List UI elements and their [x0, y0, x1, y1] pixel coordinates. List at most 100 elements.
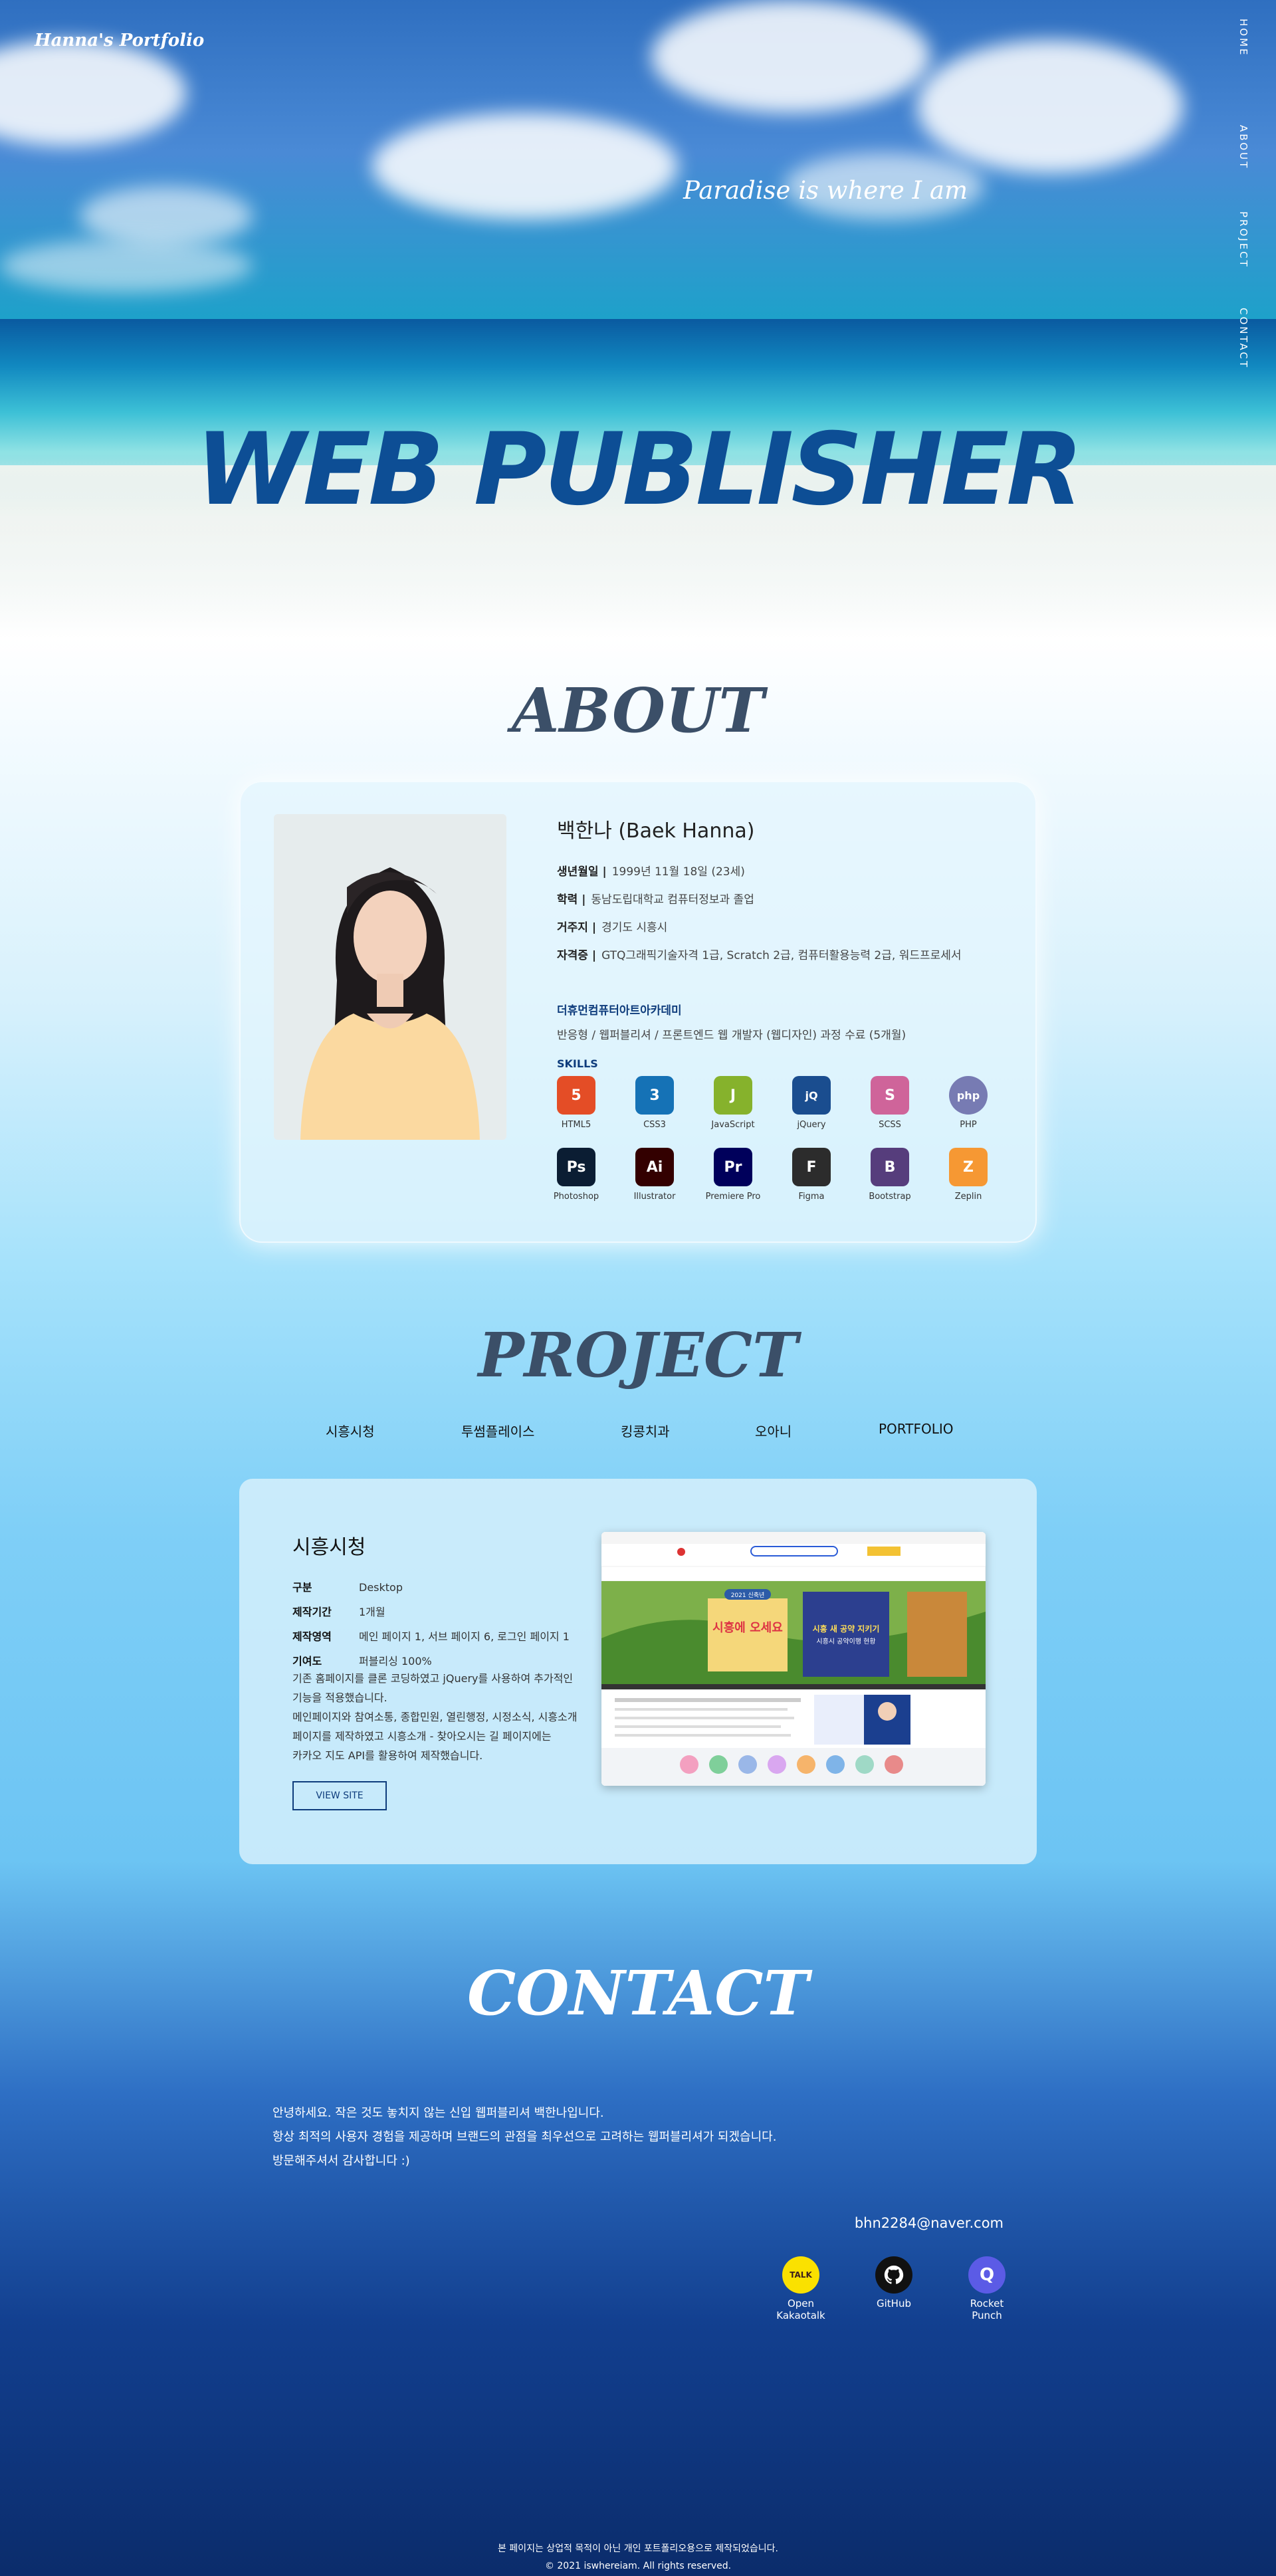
- javascript-icon: J: [714, 1076, 752, 1115]
- meta-label: 구분: [292, 1581, 312, 1594]
- info-label: 거주지 |: [557, 921, 597, 934]
- skill-item: jQ jQuery: [772, 1076, 851, 1130]
- skill-label: HTML5: [561, 1120, 591, 1130]
- social-label: GitHub: [877, 2298, 911, 2309]
- description-line: 페이지를 제작하였고 시흥소개 - 찾아오시는 길 페이지에는: [292, 1730, 552, 1743]
- project-tabs: 시흥시청 투썸플레이스 킹콩치과 오아니 PORTFOLIO: [239, 1421, 1037, 1448]
- sass-icon: S: [871, 1076, 909, 1115]
- description-line: 기존 홈페이지를 클론 코딩하였고 jQuery를 사용하여 추가적인: [292, 1672, 574, 1685]
- meta-value: 메인 페이지 1, 서브 페이지 6, 로그인 페이지 1: [359, 1630, 570, 1643]
- jquery-icon: jQ: [792, 1076, 831, 1115]
- contact-email[interactable]: bhn2284@naver.com: [855, 2215, 1004, 2231]
- rocketpunch-link[interactable]: Q Rocket Punch: [954, 2256, 1020, 2321]
- skill-item: B Bootstrap: [851, 1148, 929, 1202]
- figma-icon: F: [792, 1148, 831, 1186]
- social-label: Open: [787, 2298, 815, 2309]
- nav-contact[interactable]: CONTACT: [1229, 308, 1249, 369]
- meta-value: Desktop: [359, 1581, 403, 1594]
- meta-label: 기여도: [292, 1655, 322, 1667]
- premiere-pro-icon: Pr: [714, 1148, 752, 1186]
- skill-item: Ai Illustrator: [615, 1148, 694, 1202]
- meta-value: 1개월: [359, 1606, 385, 1618]
- skill-label: Figma: [798, 1192, 825, 1202]
- info-row: 생년월일 | 1999년 11월 18일 (23세): [557, 862, 1022, 879]
- skill-item: Ps Photoshop: [537, 1148, 615, 1202]
- contact-section-title: CONTACT: [467, 1957, 809, 2029]
- meta-row: 기여도 퍼블리싱 100%: [292, 1652, 605, 1668]
- info-label: 생년월일 |: [557, 865, 607, 879]
- meta-value: 퍼블리싱 100%: [359, 1655, 432, 1667]
- tab-oani[interactable]: 오아니: [755, 1421, 792, 1440]
- profile-photo: [274, 814, 506, 1140]
- social-label: Punch: [972, 2309, 1002, 2321]
- social-label: Rocket: [970, 2298, 1004, 2309]
- project-card: 시흥시청 구분 Desktop 제작기간 1개월 제작영역 메인 페이지 1, 서브 …: [239, 1479, 1037, 1864]
- footer-copyright: © 2021 iswhereiam. All rights reserved.: [544, 2561, 732, 2571]
- skill-label: JavaScript: [711, 1120, 755, 1130]
- skill-item: Z Zeplin: [929, 1148, 1008, 1202]
- about-section-title: ABOUT: [512, 675, 764, 746]
- tab-siheung[interactable]: 시흥시청: [326, 1421, 375, 1440]
- kakaotalk-link[interactable]: TALK Open Kakaotalk: [768, 2256, 834, 2321]
- info-label: 자격증 |: [557, 949, 597, 962]
- illustrator-icon: Ai: [635, 1148, 674, 1186]
- meta-row: 제작영역 메인 페이지 1, 서브 페이지 6, 로그인 페이지 1: [292, 1628, 605, 1644]
- project-meta: 구분 Desktop 제작기간 1개월 제작영역 메인 페이지 1, 서브 페이지 6…: [292, 1578, 605, 1677]
- info-row: 학력 | 동남도립대학교 컴퓨터정보과 졸업: [557, 890, 1022, 907]
- github-link[interactable]: GitHub: [861, 2256, 927, 2309]
- skill-label: SCSS: [879, 1120, 901, 1130]
- zeplin-icon: Z: [949, 1148, 988, 1186]
- contact-line: 방문해주셔서 감사합니다 :): [272, 2154, 410, 2168]
- skill-item: Pr Premiere Pro: [694, 1148, 772, 1202]
- tab-kingkong[interactable]: 킹콩치과: [621, 1421, 670, 1440]
- skill-label: Bootstrap: [869, 1192, 911, 1202]
- footer-notice: 본 페이지는 상업적 목적이 아닌 개인 포트폴리오용으로 제작되었습니다.: [498, 2543, 778, 2554]
- meta-label: 제작기간: [292, 1606, 332, 1618]
- info-value: GTQ그래픽기술자격 1급, Scratch 2급, 컴퓨터활용능력 2급, 워…: [601, 949, 962, 962]
- about-card: 백한나 (Baek Hanna) 생년월일 | 1999년 11월 18일 (23…: [239, 781, 1037, 1243]
- tab-portfolio[interactable]: PORTFOLIO: [879, 1421, 954, 1437]
- bootstrap-icon: B: [871, 1148, 909, 1186]
- description-line: 기능을 적용했습니다.: [292, 1691, 387, 1704]
- academy-desc: 반응형 / 웹퍼블리셔 / 프론트엔드 웹 개발자 (웹디자인) 과정 수료 (…: [557, 1029, 906, 1042]
- info-value: 동남도립대학교 컴퓨터정보과 졸업: [591, 893, 754, 907]
- info-value: 1999년 11월 18일 (23세): [611, 865, 745, 879]
- project-screenshot[interactable]: 시흥에 오세요 2021 신축년 시흥 새 공약 지키기 시흥시 공약이행 현황: [601, 1532, 986, 1786]
- about-name: 백한나 (Baek Hanna): [557, 819, 755, 843]
- skill-label: Premiere Pro: [705, 1192, 761, 1202]
- hero-tagline: Paradise is where I am: [683, 176, 968, 205]
- skill-label: PHP: [960, 1120, 977, 1130]
- project-description: 기존 홈페이지를 클론 코딩하였고 jQuery를 사용하여 추가적인 기능을 …: [292, 1669, 605, 1765]
- skill-item: 5 HTML5: [537, 1076, 615, 1130]
- footer: 본 페이지는 상업적 목적이 아닌 개인 포트폴리오용으로 제작되었습니다. ©…: [0, 2540, 1276, 2575]
- rocketpunch-icon: Q: [968, 2256, 1006, 2294]
- meta-row: 제작기간 1개월: [292, 1603, 605, 1619]
- nav-project[interactable]: PROJECT: [1229, 211, 1249, 268]
- project-title: 시흥시청: [292, 1536, 366, 1559]
- skills-label: SKILLS: [557, 1057, 598, 1070]
- skill-item: php PHP: [929, 1076, 1008, 1130]
- academy-title: 더휴먼컴퓨터아트아카데미: [557, 1004, 682, 1018]
- info-label: 학력 |: [557, 893, 586, 907]
- github-icon: [875, 2256, 912, 2294]
- css3-icon: 3: [635, 1076, 674, 1115]
- view-site-button[interactable]: VIEW SITE: [292, 1781, 387, 1810]
- tab-twosome[interactable]: 투썸플레이스: [461, 1421, 534, 1440]
- skill-item: F Figma: [772, 1148, 851, 1202]
- description-line: 카카오 지도 API를 활용하여 제작했습니다.: [292, 1749, 483, 1762]
- skill-item: 3 CSS3: [615, 1076, 694, 1130]
- skill-item: S SCSS: [851, 1076, 929, 1130]
- info-value: 경기도 시흥시: [601, 921, 668, 934]
- contact-line: 항상 최적의 사용자 경험을 제공하며 브랜드의 관점을 최우선으로 고려하는 …: [272, 2130, 777, 2144]
- php-icon: php: [949, 1076, 988, 1115]
- skill-item: J JavaScript: [694, 1076, 772, 1130]
- nav-home[interactable]: HOME: [1229, 19, 1249, 57]
- info-row: 자격증 | GTQ그래픽기술자격 1급, Scratch 2급, 컴퓨터활용능력 …: [557, 946, 1022, 962]
- kakaotalk-icon: TALK: [782, 2256, 819, 2294]
- skill-label: Photoshop: [553, 1192, 599, 1202]
- brand-logo[interactable]: Hanna's Portfolio: [35, 31, 204, 51]
- nav-about[interactable]: ABOUT: [1229, 125, 1249, 169]
- about-info: 백한나 (Baek Hanna) 생년월일 | 1999년 11월 18일 (23…: [557, 814, 1022, 1042]
- svg-text:시흥 새 공약 지키기: 시흥 새 공약 지키기: [813, 1624, 880, 1634]
- hero-title: WEB PUBLISHER: [195, 412, 1083, 528]
